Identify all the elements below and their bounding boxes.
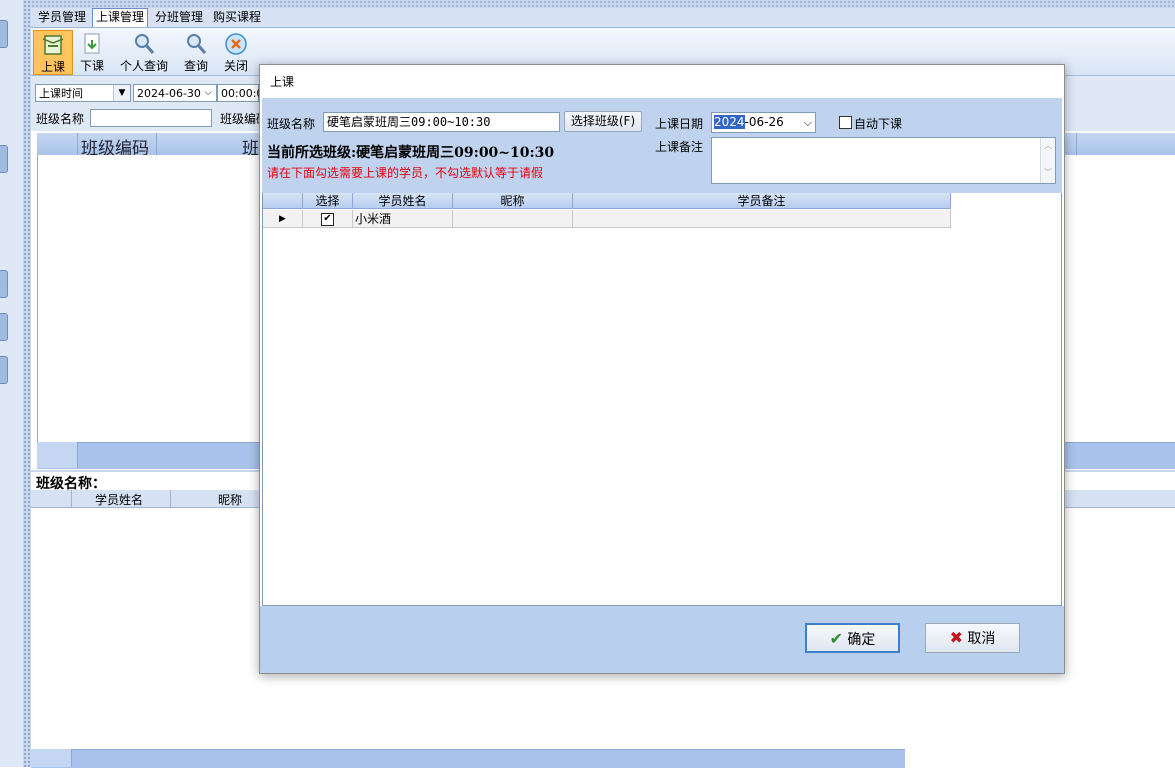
scroll-down-icon: ﹀ — [1044, 168, 1052, 177]
selection-hint: 请在下面勾选需要上课的学员，不勾选默认等于请假 — [267, 166, 544, 180]
top-splitter — [31, 0, 1175, 8]
chevron-down-icon: ⌵ — [803, 116, 812, 129]
student-checkbox[interactable]: ✔ — [321, 213, 334, 226]
class-grid-footer-indicator — [37, 442, 78, 468]
column-nickname[interactable]: 昵称 — [218, 491, 242, 508]
close-circle-icon — [225, 33, 247, 55]
query-button[interactable]: 查询 — [179, 30, 213, 73]
auto-dismiss-label: 自动下课 — [854, 117, 903, 131]
class-date-picker[interactable]: 2024-06-26 ⌵ — [711, 112, 816, 133]
dialog-footer: ✔ 确定 ✖ 取消 — [260, 606, 1064, 673]
dialog-form-panel: 班级名称 硬笔启蒙班周三09:00~10:30 选择班级(F) 上课日期 202… — [262, 98, 1062, 193]
menu-class[interactable]: 上课管理 — [92, 8, 149, 27]
select-class-button[interactable]: 选择班级(F) — [564, 111, 642, 132]
column-student-name[interactable]: 学员姓名 — [95, 491, 143, 508]
personal-query-button[interactable]: 个人查询 — [117, 30, 171, 73]
left-nav-tab[interactable] — [0, 20, 8, 48]
time-input[interactable]: 00:00:0 — [217, 84, 263, 102]
attend-button[interactable]: 上课 — [33, 30, 73, 75]
date-rest: -06-26 — [744, 115, 784, 129]
menu-purchase[interactable]: 购买课程 — [210, 9, 264, 26]
current-row-indicator: ▶ — [263, 210, 303, 228]
class-name-input[interactable] — [90, 109, 212, 127]
note-scrollbar[interactable]: ︿ ﹀ — [1040, 138, 1055, 183]
dialog-title: 上课 — [270, 75, 295, 89]
column-select[interactable]: 选择 — [303, 193, 353, 209]
class-name-label: 班级名称 — [267, 117, 316, 131]
left-nav-tab[interactable] — [0, 270, 8, 298]
current-class-text: 当前所选班级:硬笔启蒙班周三09:00~10:30 — [267, 145, 555, 161]
nickname-cell[interactable] — [453, 210, 573, 228]
column-nickname[interactable]: 昵称 — [453, 193, 573, 209]
column-divider — [1076, 133, 1077, 155]
student-note-cell[interactable] — [573, 210, 951, 228]
student-select-grid: 选择 学员姓名 昵称 学员备注 ▶ ✔ 小米酒 — [262, 193, 1062, 606]
checkmark-icon: ✔ — [829, 629, 843, 648]
magnifier-icon — [135, 34, 155, 54]
date-picker[interactable]: 2024-06-30 ⌵ — [133, 84, 217, 102]
magnifier-icon — [187, 34, 207, 54]
ok-button[interactable]: ✔ 确定 — [805, 623, 900, 653]
menu-student[interactable]: 学员管理 — [35, 9, 89, 26]
chevron-down-icon: ▼ — [113, 85, 130, 101]
row-indicator-header — [37, 133, 78, 155]
book-icon — [42, 35, 64, 55]
class-date-label: 上课日期 — [655, 117, 704, 131]
student-name-cell[interactable]: 小米酒 — [353, 210, 453, 228]
row-indicator-header — [31, 490, 72, 507]
student-grid-footer — [31, 749, 905, 768]
menu-bar: 学员管理 上课管理 分班管理 购买课程 — [31, 8, 1175, 28]
close-button[interactable]: 关闭 — [219, 30, 253, 73]
table-row-select[interactable]: ✔ — [303, 210, 353, 228]
student-grid-footer-indicator — [31, 749, 72, 767]
cancel-button[interactable]: ✖ 取消 — [925, 623, 1020, 653]
column-divider — [170, 490, 171, 507]
column-divider — [156, 133, 157, 155]
attend-dialog: 上课 班级名称 硬笔启蒙班周三09:00~10:30 选择班级(F) 上课日期 … — [259, 64, 1065, 674]
scroll-up-icon: ︿ — [1044, 141, 1052, 150]
date-year-selected: 2024 — [714, 115, 745, 129]
left-nav-tab[interactable] — [0, 356, 8, 384]
class-note-textarea[interactable]: ︿ ﹀ — [711, 137, 1056, 184]
splitter[interactable] — [23, 0, 31, 767]
x-icon: ✖ — [949, 628, 963, 647]
auto-dismiss-checkbox[interactable] — [839, 116, 852, 129]
class-name-label: 班级名称 — [36, 112, 85, 126]
dismiss-button[interactable]: 下课 — [75, 30, 109, 73]
column-student-name[interactable]: 学员姓名 — [353, 193, 453, 209]
left-nav-tab[interactable] — [0, 313, 8, 341]
left-nav-tab[interactable] — [0, 145, 8, 173]
menu-grouping[interactable]: 分班管理 — [152, 9, 206, 26]
class-code-label: 班级编码 — [220, 112, 260, 126]
row-indicator-header — [263, 193, 303, 209]
time-type-select[interactable]: 上课时间 ▼ — [35, 84, 131, 102]
left-nav-strip — [0, 0, 24, 767]
chevron-down-icon: ⌵ — [204, 88, 212, 98]
column-student-note[interactable]: 学员备注 — [573, 193, 951, 209]
document-arrow-icon — [84, 33, 100, 54]
class-name-field[interactable]: 硬笔启蒙班周三09:00~10:30 — [323, 112, 560, 132]
class-note-label: 上课备注 — [655, 140, 704, 154]
